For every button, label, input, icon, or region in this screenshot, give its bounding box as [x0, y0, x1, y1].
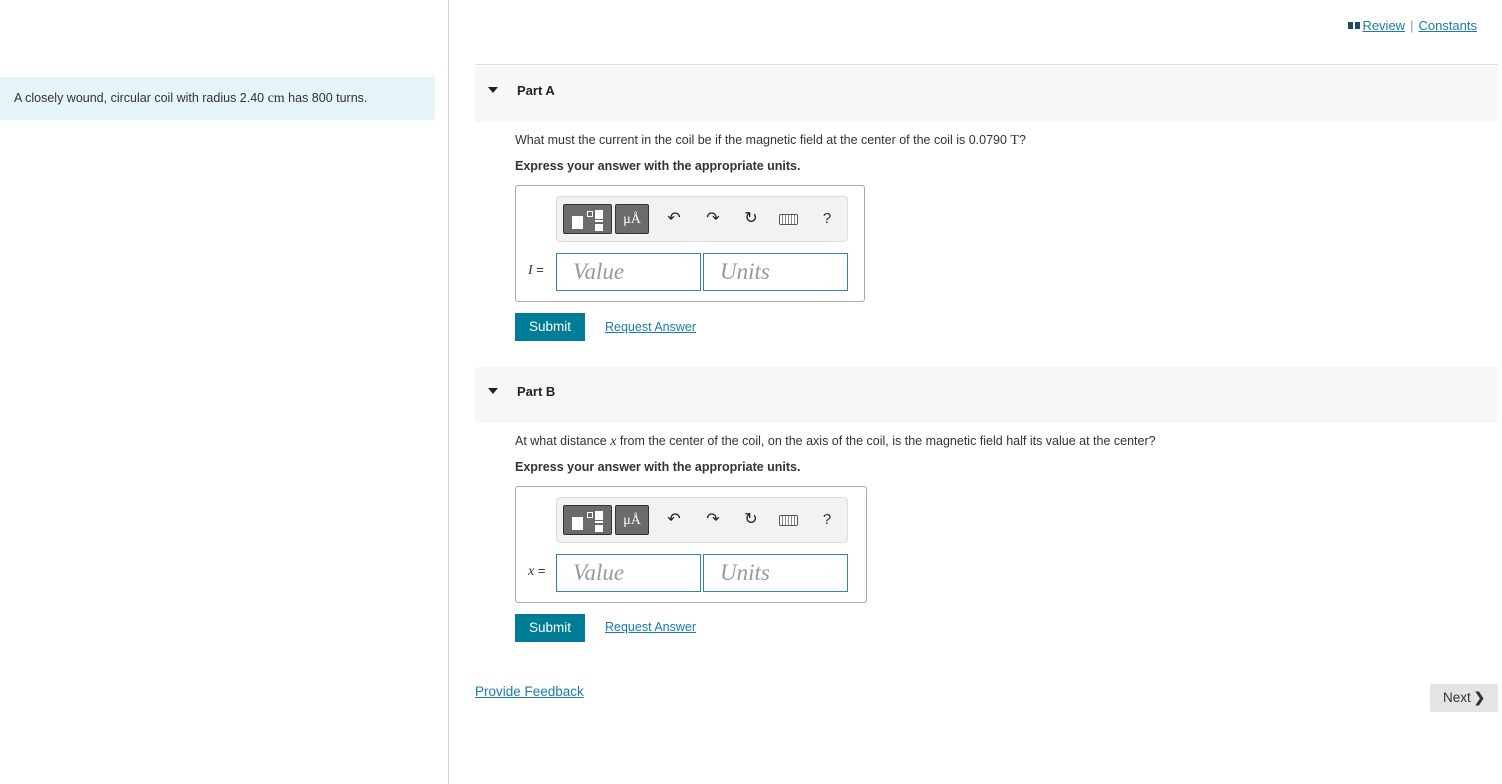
keyboard-icon[interactable]	[779, 214, 798, 225]
units-icon[interactable]: μÅ	[615, 204, 649, 234]
units-input[interactable]: Units	[703, 253, 848, 291]
part-a-submit-button[interactable]: Submit	[515, 313, 585, 341]
redo-icon[interactable]: ↷	[702, 508, 724, 532]
part-b-instructions: Express your answer with the appropriate…	[515, 460, 801, 474]
value-input[interactable]: Value	[556, 554, 701, 592]
part-b-header[interactable]: Part B	[475, 367, 1498, 423]
templates-icon[interactable]	[563, 505, 612, 535]
value-input[interactable]: Value	[556, 253, 701, 291]
part-a-title: Part A	[517, 83, 555, 98]
intro-text: A closely wound, circular coil with radi…	[14, 91, 268, 105]
math-toolbar: μÅ ↶ ↷ ↻ ?	[556, 196, 848, 242]
part-b-title: Part B	[517, 384, 556, 399]
divider	[475, 64, 1498, 65]
next-label: Next	[1442, 690, 1471, 705]
undo-icon[interactable]: ↶	[663, 207, 685, 231]
question-end: ?	[1018, 133, 1026, 147]
help-icon[interactable]: ?	[816, 207, 838, 231]
provide-feedback-link[interactable]: Provide Feedback	[475, 684, 584, 699]
part-b-request-answer-link[interactable]: Request Answer	[605, 620, 696, 634]
problem-intro: A closely wound, circular coil with radi…	[0, 77, 435, 120]
question-end: from the center of the coil, on the axis…	[616, 434, 1156, 448]
reset-icon[interactable]: ↻	[740, 508, 762, 532]
link-separator: |	[1410, 18, 1414, 33]
question-text: What must the current in the coil be if …	[515, 133, 1011, 147]
next-button[interactable]: Next ❯	[1430, 684, 1498, 712]
part-a-instructions: Express your answer with the appropriate…	[515, 159, 801, 173]
variable-label: I =	[528, 262, 544, 279]
left-panel: A closely wound, circular coil with radi…	[0, 0, 449, 784]
part-b-answer-box: μÅ ↶ ↷ ↻ ? x = Value Units	[515, 486, 867, 603]
help-icon[interactable]: ?	[816, 508, 838, 532]
collapse-triangle-icon[interactable]	[488, 388, 498, 394]
constants-link[interactable]: Constants	[1418, 18, 1477, 33]
units-icon[interactable]: μÅ	[615, 505, 649, 535]
intro-unit: cm	[267, 91, 285, 106]
undo-icon[interactable]: ↶	[663, 508, 685, 532]
reset-icon[interactable]: ↻	[740, 207, 762, 231]
chevron-right-icon: ❯	[1473, 690, 1486, 705]
part-a-request-answer-link[interactable]: Request Answer	[605, 320, 696, 334]
templates-icon[interactable]	[563, 204, 612, 234]
part-a-header[interactable]: Part A	[475, 66, 1498, 122]
topbar-links: Review | Constants	[1348, 18, 1477, 33]
redo-icon[interactable]: ↷	[702, 207, 724, 231]
equals-sign: =	[534, 563, 546, 578]
intro-text-end: has 800 turns.	[284, 91, 368, 105]
part-a-question: What must the current in the coil be if …	[515, 133, 1026, 149]
collapse-triangle-icon[interactable]	[488, 87, 498, 93]
part-a-answer-box: μÅ ↶ ↷ ↻ ? I = Value Units	[515, 185, 865, 302]
part-b-question: At what distance x from the center of th…	[515, 434, 1156, 450]
variable-label: x =	[528, 563, 545, 580]
question-unit: T	[1010, 133, 1019, 148]
question-text: At what distance	[515, 434, 611, 448]
review-link[interactable]: Review	[1362, 18, 1405, 33]
units-input[interactable]: Units	[703, 554, 848, 592]
part-b-submit-button[interactable]: Submit	[515, 614, 585, 642]
equals-sign: =	[532, 262, 544, 277]
keyboard-icon[interactable]	[779, 515, 798, 526]
math-toolbar: μÅ ↶ ↷ ↻ ?	[556, 497, 848, 543]
book-icon	[1348, 22, 1361, 29]
